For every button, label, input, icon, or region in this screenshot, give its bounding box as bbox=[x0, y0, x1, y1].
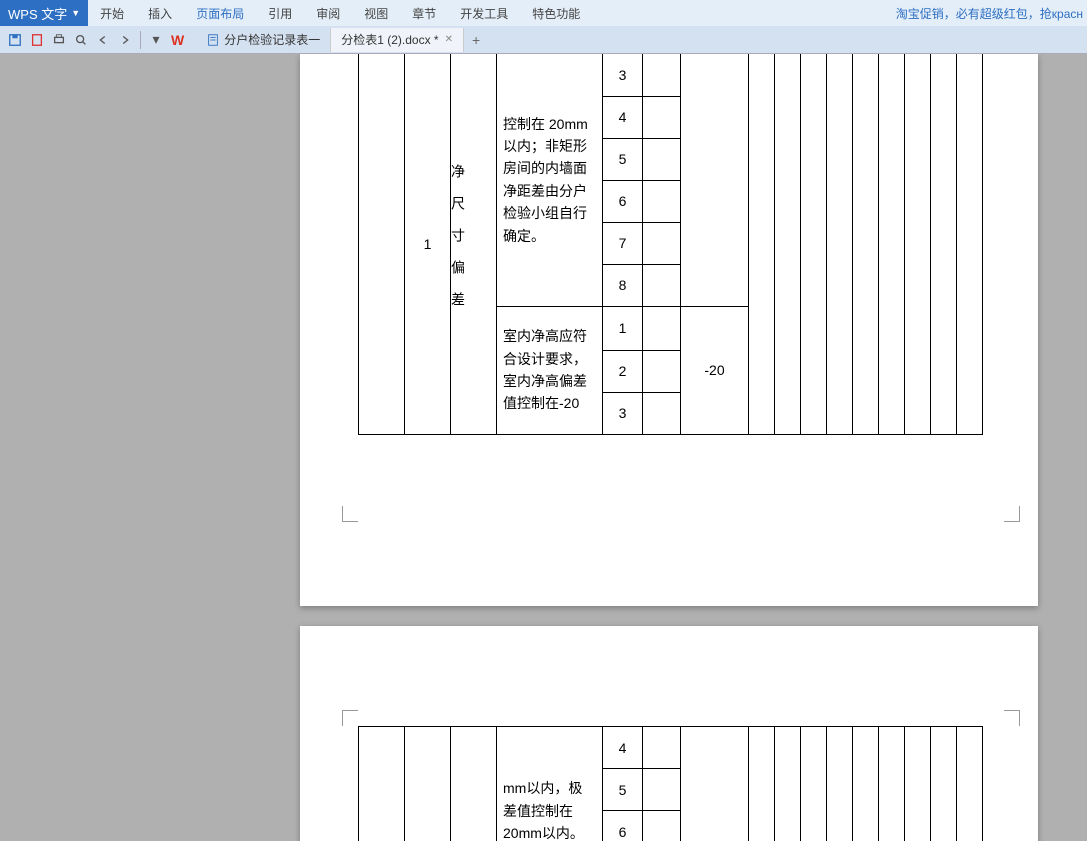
undo-icon[interactable] bbox=[94, 31, 112, 49]
margin-marker bbox=[1004, 506, 1020, 522]
menu-section[interactable]: 章节 bbox=[400, 0, 448, 26]
tab-doc-2[interactable]: 分检表1 (2).docx * ✕ bbox=[331, 28, 464, 52]
app-title-text: WPS 文字 bbox=[8, 4, 67, 23]
wps-logo-icon[interactable]: W bbox=[171, 32, 184, 48]
menu-start[interactable]: 开始 bbox=[88, 0, 136, 26]
menu-bar: WPS 文字 ▼ 开始 插入 页面布局 引用 审阅 视图 章节 开发工具 特色功… bbox=[0, 0, 1087, 26]
menu-reference[interactable]: 引用 bbox=[256, 0, 304, 26]
index-cell: 1 bbox=[405, 54, 451, 434]
add-tab-button[interactable]: + bbox=[464, 32, 488, 48]
margin-marker bbox=[342, 710, 358, 726]
desc-cell: mm以内，极差值控制在20mm以内。 bbox=[497, 727, 603, 841]
promo-link[interactable]: 淘宝促销，必有超级红包，抢красн bbox=[892, 5, 1087, 22]
document-canvas[interactable]: 1 净尺寸偏差 控制在 20mm以内；非矩形房间的内墙面净距差由分户检验小组自行… bbox=[0, 54, 1087, 841]
value-cell: -20 bbox=[681, 306, 749, 434]
row-num: 6 bbox=[603, 811, 643, 841]
document-tabs: 分户检验记录表一 分检表1 (2).docx * ✕ + bbox=[196, 26, 488, 54]
margin-marker bbox=[1004, 710, 1020, 726]
dropdown-icon[interactable]: ▾ bbox=[147, 31, 165, 49]
inspection-table-2: mm以内，极差值控制在20mm以内。 4 5 6 7 bbox=[358, 726, 983, 841]
row-num: 3 bbox=[603, 54, 643, 96]
close-icon[interactable]: ✕ bbox=[445, 34, 453, 45]
row-num: 1 bbox=[603, 306, 643, 350]
caret-down-icon: ▼ bbox=[71, 8, 80, 18]
page-1: 1 净尺寸偏差 控制在 20mm以内；非矩形房间的内墙面净距差由分户检验小组自行… bbox=[300, 54, 1038, 606]
toolbar: ▾ W 分户检验记录表一 分检表1 (2).docx * ✕ + bbox=[0, 26, 1087, 54]
row-num: 8 bbox=[603, 264, 643, 306]
menu-view[interactable]: 视图 bbox=[352, 0, 400, 26]
vertical-label: 净尺寸偏差 bbox=[451, 154, 465, 334]
menu-features[interactable]: 特色功能 bbox=[520, 0, 592, 26]
menu-items: 开始 插入 页面布局 引用 审阅 视图 章节 开发工具 特色功能 bbox=[88, 0, 892, 26]
tab-label: 分检表1 (2).docx * bbox=[341, 31, 438, 48]
row-num: 7 bbox=[603, 222, 643, 264]
row-num: 4 bbox=[603, 727, 643, 769]
desc-cell-2: 室内净高应符合设计要求，室内净高偏差值控制在-20 bbox=[497, 306, 603, 434]
inspection-table-1: 1 净尺寸偏差 控制在 20mm以内；非矩形房间的内墙面净距差由分户检验小组自行… bbox=[358, 54, 983, 435]
doc-icon bbox=[206, 33, 220, 47]
toolbar-separator bbox=[140, 31, 141, 49]
app-title[interactable]: WPS 文字 ▼ bbox=[0, 0, 88, 26]
row-num: 3 bbox=[603, 392, 643, 434]
menu-page-layout[interactable]: 页面布局 bbox=[184, 0, 256, 26]
row-num: 4 bbox=[603, 96, 643, 138]
row-num: 6 bbox=[603, 180, 643, 222]
export-pdf-icon[interactable] bbox=[28, 31, 46, 49]
row-num: 2 bbox=[603, 350, 643, 392]
save-icon[interactable] bbox=[6, 31, 24, 49]
desc-cell-1: 控制在 20mm以内；非矩形房间的内墙面净距差由分户检验小组自行确定。 bbox=[497, 54, 603, 306]
redo-icon[interactable] bbox=[116, 31, 134, 49]
print-icon[interactable] bbox=[50, 31, 68, 49]
menu-devtools[interactable]: 开发工具 bbox=[448, 0, 520, 26]
tab-label: 分户检验记录表一 bbox=[224, 31, 320, 48]
menu-review[interactable]: 审阅 bbox=[304, 0, 352, 26]
margin-marker bbox=[342, 506, 358, 522]
page-2: mm以内，极差值控制在20mm以内。 4 5 6 7 bbox=[300, 626, 1038, 841]
menu-insert[interactable]: 插入 bbox=[136, 0, 184, 26]
print-preview-icon[interactable] bbox=[72, 31, 90, 49]
row-num: 5 bbox=[603, 138, 643, 180]
row-num: 5 bbox=[603, 769, 643, 811]
tab-doc-1[interactable]: 分户检验记录表一 bbox=[196, 28, 331, 52]
